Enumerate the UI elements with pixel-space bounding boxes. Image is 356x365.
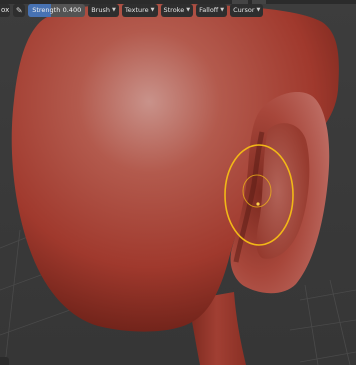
brush-edit-icon[interactable]: ✎ xyxy=(13,3,26,17)
brush-center-dot xyxy=(256,202,260,206)
cursor-menu-button[interactable]: Cursor ▼ xyxy=(230,3,264,17)
cursor-menu-label: Cursor xyxy=(233,6,255,14)
strength-label: Strength xyxy=(32,6,61,14)
viewport-corner-widget[interactable] xyxy=(0,357,9,365)
texture-menu-button[interactable]: Texture ▼ xyxy=(121,3,158,17)
chevron-down-icon: ▼ xyxy=(186,7,191,13)
brush-menu-button[interactable]: Brush ▼ xyxy=(88,3,119,17)
stroke-menu-label: Stroke xyxy=(163,6,185,14)
mode-label[interactable]: ox xyxy=(0,3,11,17)
chevron-down-icon: ▼ xyxy=(150,7,155,13)
texture-menu-label: Texture xyxy=(124,6,149,14)
stroke-menu-button[interactable]: Stroke ▼ xyxy=(160,3,194,17)
viewport-scene[interactable] xyxy=(0,0,356,365)
falloff-menu-label: Falloff xyxy=(199,6,219,14)
brush-menu-label: Brush xyxy=(91,6,110,14)
strength-value: 0.400 xyxy=(62,6,82,14)
sculpt-viewport[interactable]: ox ✎ Strength 0.400 Brush ▼ Texture ▼ St… xyxy=(0,0,356,365)
chevron-down-icon: ▼ xyxy=(256,7,261,13)
strength-slider[interactable]: Strength 0.400 xyxy=(28,3,86,17)
tool-settings-bar: ox ✎ Strength 0.400 Brush ▼ Texture ▼ St… xyxy=(0,3,356,17)
chevron-down-icon: ▼ xyxy=(220,7,225,13)
chevron-down-icon: ▼ xyxy=(111,7,116,13)
falloff-menu-button[interactable]: Falloff ▼ xyxy=(196,3,228,17)
